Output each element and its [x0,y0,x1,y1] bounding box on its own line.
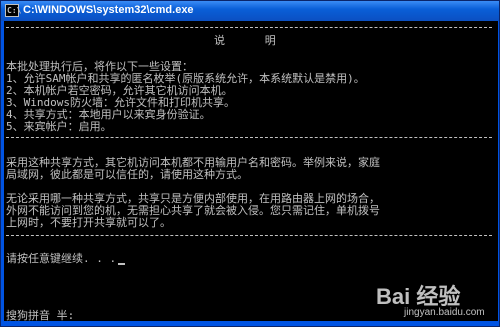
continue-prompt: 请按任意键继续. . . [6,252,126,265]
watermark-url: jingyan.baidu.com [404,307,485,318]
divider [6,235,492,236]
console-heading: 说 明 [214,34,276,47]
console-line: 局域网，彼此都是可以信任的，请使用这种方式。 [6,168,248,181]
window-title: C:\WINDOWS\system32\cmd.exe [23,4,194,16]
divider [6,27,492,28]
console-line: 5、来宾帐户：启用。 [6,120,112,133]
console-line: 上网时，不要打开共享就可以了。 [6,216,171,229]
divider [6,137,492,138]
console-output[interactable]: 说 明 本批处理执行后，将作以下一些设置： 1、允许SAM帐户和共享的匿名枚举(… [4,21,498,321]
ime-status-bar[interactable]: 搜狗拼音 半: [6,307,106,321]
text-cursor [118,263,126,265]
cmd-window: C:\ C:\WINDOWS\system32\cmd.exe 说 明 本批处理… [0,0,500,327]
cmd-app-icon[interactable]: C:\ [5,4,21,17]
title-bar[interactable]: C:\ C:\WINDOWS\system32\cmd.exe [1,1,499,21]
baidu-watermark: Bai 经验 jingyan.baidu.com [376,279,492,321]
prompt-text: 请按任意键继续. . . [6,252,117,265]
